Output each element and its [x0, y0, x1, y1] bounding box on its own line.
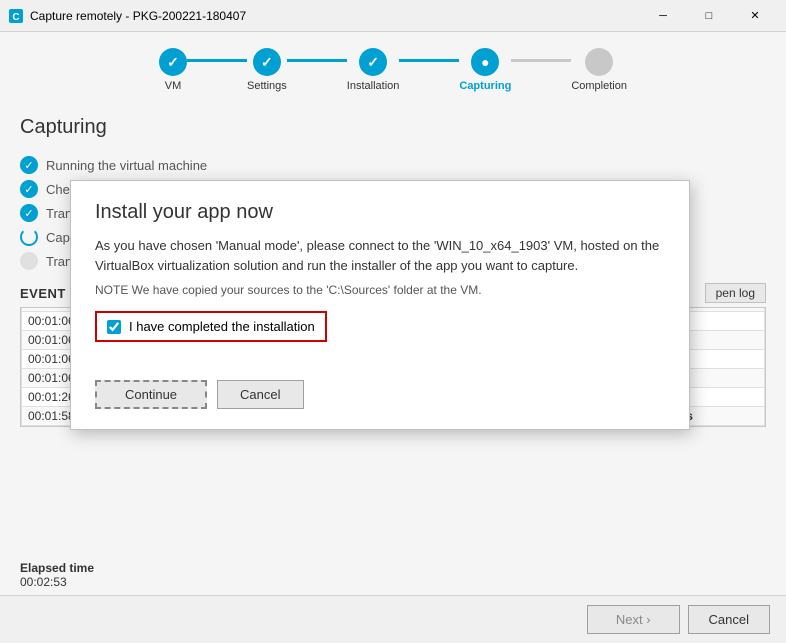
step-line-1 [187, 59, 247, 62]
elapsed-area: Elapsed time 00:02:53 [0, 555, 786, 595]
step-settings-circle: ✓ [253, 48, 281, 76]
done-icon: ✓ [20, 156, 38, 174]
next-button-label: Next › [616, 612, 651, 627]
done-icon: ✓ [20, 180, 38, 198]
modal-actions: Continue Cancel [95, 380, 665, 409]
step-line-3 [399, 59, 459, 62]
modal-title: Install your app now [95, 201, 665, 224]
app-icon: C [8, 8, 24, 24]
close-button[interactable]: ✕ [732, 0, 778, 32]
next-button[interactable]: Next › [587, 605, 680, 634]
list-item: ✓ Running the virtual machine [20, 153, 766, 177]
step-capturing: ● Capturing [459, 48, 511, 92]
main-window: ✓ VM ✓ Settings ✓ Installation ● Capturi… [0, 32, 786, 643]
modal-dialog: Install your app now As you have chosen … [70, 180, 690, 430]
checkbox-row[interactable]: I have completed the installation [95, 311, 327, 342]
restore-button[interactable]: □ [686, 0, 732, 32]
bottom-bar: Next › Cancel [0, 595, 786, 643]
page-title: Capturing [20, 116, 766, 139]
svg-text:C: C [12, 12, 19, 23]
step-installation: ✓ Installation [347, 48, 400, 92]
step-settings: ✓ Settings [247, 48, 287, 92]
step-vm-circle: ✓ [159, 48, 187, 76]
continue-button[interactable]: Continue [95, 380, 207, 409]
step-vm-label: VM [165, 80, 182, 92]
steps-container: ✓ VM ✓ Settings ✓ Installation ● Capturi… [159, 48, 627, 92]
window-controls: ─ □ ✕ [640, 0, 778, 32]
modal-note: NOTE We have copied your sources to the … [95, 283, 665, 297]
step-completion-label: Completion [571, 80, 627, 92]
spin-icon [20, 228, 38, 246]
step-line-2 [287, 59, 347, 62]
done-icon: ✓ [20, 204, 38, 222]
content-area: Capturing ✓ Running the virtual machine … [0, 100, 786, 555]
step-completion-circle [585, 48, 613, 76]
checkbox-label: I have completed the installation [129, 319, 315, 334]
title-bar: C Capture remotely - PKG-200221-180407 ─… [0, 0, 786, 32]
step-completion: Completion [571, 48, 627, 92]
modal-cancel-button[interactable]: Cancel [217, 380, 303, 409]
elapsed-label: Elapsed time [20, 561, 94, 575]
step-installation-circle: ✓ [359, 48, 387, 76]
step-line-4 [511, 59, 571, 62]
step-settings-label: Settings [247, 80, 287, 92]
step-capturing-label: Capturing [459, 80, 511, 92]
modal-text: As you have chosen 'Manual mode', please… [95, 236, 665, 275]
step-installation-label: Installation [347, 80, 400, 92]
minimize-button[interactable]: ─ [640, 0, 686, 32]
pending-icon [20, 252, 38, 270]
step-item-label: Running the virtual machine [46, 158, 207, 173]
steps-area: ✓ VM ✓ Settings ✓ Installation ● Capturi… [0, 32, 786, 100]
elapsed-value: 00:02:53 [20, 575, 67, 589]
step-vm: ✓ VM [159, 48, 187, 92]
cancel-button[interactable]: Cancel [688, 605, 770, 634]
step-capturing-circle: ● [471, 48, 499, 76]
installation-checkbox[interactable] [107, 320, 121, 334]
open-log-button[interactable]: pen log [705, 283, 766, 303]
window-title: Capture remotely - PKG-200221-180407 [30, 9, 640, 23]
